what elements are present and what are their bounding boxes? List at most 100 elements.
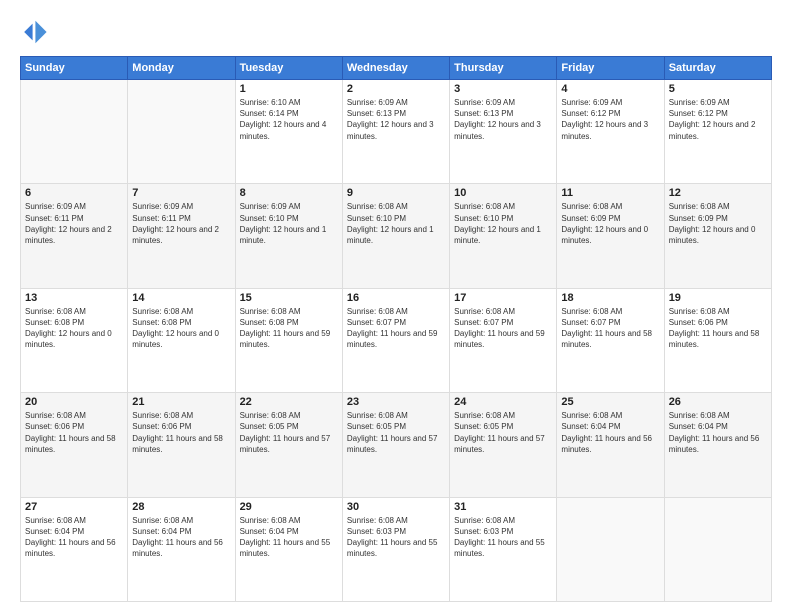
calendar-cell: 6 Sunrise: 6:09 AM Sunset: 6:11 PM Daylig… <box>21 184 128 288</box>
weekday-header: Saturday <box>664 57 771 80</box>
day-number: 9 <box>347 187 445 199</box>
calendar-cell: 10 Sunrise: 6:08 AM Sunset: 6:10 PM Dayli… <box>450 184 557 288</box>
day-number: 23 <box>347 396 445 408</box>
day-number: 25 <box>561 396 659 408</box>
calendar-cell: 24 Sunrise: 6:08 AM Sunset: 6:05 PM Dayli… <box>450 393 557 497</box>
day-info: Sunrise: 6:09 AM Sunset: 6:10 PM Dayligh… <box>240 201 338 246</box>
calendar-cell: 16Sunrise: 6:08 AM Sunset: 6:07 PM Dayli… <box>342 288 449 392</box>
day-info: Sunrise: 6:08 AM Sunset: 6:06 PM Dayligh… <box>132 410 230 455</box>
day-info: Sunrise: 6:08 AM Sunset: 6:06 PM Dayligh… <box>669 306 767 351</box>
calendar-week-row: 27 Sunrise: 6:08 AM Sunset: 6:04 PM Dayli… <box>21 497 772 601</box>
logo <box>20 18 52 46</box>
day-number: 6 <box>25 187 123 199</box>
day-info: Sunrise: 6:09 AM Sunset: 6:12 PM Dayligh… <box>561 97 659 142</box>
calendar-cell: 22 Sunrise: 6:08 AM Sunset: 6:05 PM Dayli… <box>235 393 342 497</box>
weekday-header: Wednesday <box>342 57 449 80</box>
calendar-cell: 2Sunrise: 6:09 AM Sunset: 6:13 PM Daylig… <box>342 80 449 184</box>
weekday-header: Monday <box>128 57 235 80</box>
day-info: Sunrise: 6:10 AM Sunset: 6:14 PM Dayligh… <box>240 97 338 142</box>
day-info: Sunrise: 6:08 AM Sunset: 6:04 PM Dayligh… <box>669 410 767 455</box>
calendar-cell: 18Sunrise: 6:08 AM Sunset: 6:07 PM Dayli… <box>557 288 664 392</box>
day-info: Sunrise: 6:08 AM Sunset: 6:08 PM Dayligh… <box>240 306 338 351</box>
day-number: 19 <box>669 292 767 304</box>
day-info: Sunrise: 6:08 AM Sunset: 6:08 PM Dayligh… <box>25 306 123 351</box>
calendar-table: SundayMondayTuesdayWednesdayThursdayFrid… <box>20 56 772 602</box>
calendar-cell: 5Sunrise: 6:09 AM Sunset: 6:12 PM Daylig… <box>664 80 771 184</box>
calendar-cell: 13 Sunrise: 6:08 AM Sunset: 6:08 PM Dayli… <box>21 288 128 392</box>
calendar-cell <box>557 497 664 601</box>
day-info: Sunrise: 6:08 AM Sunset: 6:05 PM Dayligh… <box>240 410 338 455</box>
day-info: Sunrise: 6:09 AM Sunset: 6:13 PM Dayligh… <box>454 97 552 142</box>
day-number: 24 <box>454 396 552 408</box>
day-info: Sunrise: 6:08 AM Sunset: 6:03 PM Dayligh… <box>454 515 552 560</box>
day-number: 30 <box>347 501 445 513</box>
day-info: Sunrise: 6:08 AM Sunset: 6:10 PM Dayligh… <box>347 201 445 246</box>
calendar-cell: 31 Sunrise: 6:08 AM Sunset: 6:03 PM Dayli… <box>450 497 557 601</box>
calendar-cell: 21Sunrise: 6:08 AM Sunset: 6:06 PM Dayli… <box>128 393 235 497</box>
day-info: Sunrise: 6:08 AM Sunset: 6:04 PM Dayligh… <box>240 515 338 560</box>
day-info: Sunrise: 6:08 AM Sunset: 6:07 PM Dayligh… <box>454 306 552 351</box>
day-number: 26 <box>669 396 767 408</box>
calendar-cell: 4 Sunrise: 6:09 AM Sunset: 6:12 PM Daylig… <box>557 80 664 184</box>
day-info: Sunrise: 6:08 AM Sunset: 6:10 PM Dayligh… <box>454 201 552 246</box>
calendar-week-row: 1 Sunrise: 6:10 AM Sunset: 6:14 PM Daylig… <box>21 80 772 184</box>
day-info: Sunrise: 6:09 AM Sunset: 6:13 PM Dayligh… <box>347 97 445 142</box>
day-info: Sunrise: 6:08 AM Sunset: 6:04 PM Dayligh… <box>25 515 123 560</box>
calendar-cell: 17 Sunrise: 6:08 AM Sunset: 6:07 PM Dayli… <box>450 288 557 392</box>
day-number: 17 <box>454 292 552 304</box>
day-number: 13 <box>25 292 123 304</box>
calendar-cell: 1 Sunrise: 6:10 AM Sunset: 6:14 PM Daylig… <box>235 80 342 184</box>
calendar-cell: 26 Sunrise: 6:08 AM Sunset: 6:04 PM Dayli… <box>664 393 771 497</box>
calendar-cell: 3 Sunrise: 6:09 AM Sunset: 6:13 PM Daylig… <box>450 80 557 184</box>
day-number: 20 <box>25 396 123 408</box>
day-number: 28 <box>132 501 230 513</box>
day-number: 10 <box>454 187 552 199</box>
calendar-week-row: 6 Sunrise: 6:09 AM Sunset: 6:11 PM Daylig… <box>21 184 772 288</box>
calendar-cell: 23 Sunrise: 6:08 AM Sunset: 6:05 PM Dayli… <box>342 393 449 497</box>
day-info: Sunrise: 6:08 AM Sunset: 6:07 PM Dayligh… <box>347 306 445 351</box>
day-info: Sunrise: 6:08 AM Sunset: 6:05 PM Dayligh… <box>347 410 445 455</box>
calendar-cell: 28 Sunrise: 6:08 AM Sunset: 6:04 PM Dayli… <box>128 497 235 601</box>
calendar-cell: 30 Sunrise: 6:08 AM Sunset: 6:03 PM Dayli… <box>342 497 449 601</box>
calendar-cell: 7 Sunrise: 6:09 AM Sunset: 6:11 PM Daylig… <box>128 184 235 288</box>
day-number: 22 <box>240 396 338 408</box>
calendar-week-row: 20 Sunrise: 6:08 AM Sunset: 6:06 PM Dayli… <box>21 393 772 497</box>
calendar-cell: 20Sunrise: 6:08 AM Sunset: 6:06 PM Dayli… <box>21 393 128 497</box>
day-number: 27 <box>25 501 123 513</box>
day-info: Sunrise: 6:08 AM Sunset: 6:04 PM Dayligh… <box>132 515 230 560</box>
calendar-week-row: 13 Sunrise: 6:08 AM Sunset: 6:08 PM Dayli… <box>21 288 772 392</box>
day-info: Sunrise: 6:08 AM Sunset: 6:05 PM Dayligh… <box>454 410 552 455</box>
day-number: 4 <box>561 83 659 95</box>
day-info: Sunrise: 6:08 AM Sunset: 6:03 PM Dayligh… <box>347 515 445 560</box>
logo-icon <box>20 18 48 46</box>
calendar-cell: 14Sunrise: 6:08 AM Sunset: 6:08 PM Dayli… <box>128 288 235 392</box>
weekday-header: Sunday <box>21 57 128 80</box>
calendar-cell <box>664 497 771 601</box>
day-info: Sunrise: 6:09 AM Sunset: 6:11 PM Dayligh… <box>132 201 230 246</box>
day-number: 1 <box>240 83 338 95</box>
weekday-header: Thursday <box>450 57 557 80</box>
day-info: Sunrise: 6:09 AM Sunset: 6:12 PM Dayligh… <box>669 97 767 142</box>
calendar-cell: 9 Sunrise: 6:08 AM Sunset: 6:10 PM Daylig… <box>342 184 449 288</box>
calendar-cell: 27 Sunrise: 6:08 AM Sunset: 6:04 PM Dayli… <box>21 497 128 601</box>
calendar-cell: 8Sunrise: 6:09 AM Sunset: 6:10 PM Daylig… <box>235 184 342 288</box>
weekday-header: Friday <box>557 57 664 80</box>
day-number: 7 <box>132 187 230 199</box>
day-info: Sunrise: 6:08 AM Sunset: 6:04 PM Dayligh… <box>561 410 659 455</box>
calendar-cell: 29Sunrise: 6:08 AM Sunset: 6:04 PM Dayli… <box>235 497 342 601</box>
day-number: 12 <box>669 187 767 199</box>
calendar-cell: 19 Sunrise: 6:08 AM Sunset: 6:06 PM Dayli… <box>664 288 771 392</box>
header <box>20 18 772 46</box>
calendar-cell: 12 Sunrise: 6:08 AM Sunset: 6:09 PM Dayli… <box>664 184 771 288</box>
day-info: Sunrise: 6:08 AM Sunset: 6:09 PM Dayligh… <box>561 201 659 246</box>
day-number: 15 <box>240 292 338 304</box>
day-info: Sunrise: 6:08 AM Sunset: 6:09 PM Dayligh… <box>669 201 767 246</box>
day-number: 14 <box>132 292 230 304</box>
day-number: 11 <box>561 187 659 199</box>
calendar-cell <box>128 80 235 184</box>
weekday-header: Tuesday <box>235 57 342 80</box>
day-number: 31 <box>454 501 552 513</box>
day-info: Sunrise: 6:09 AM Sunset: 6:11 PM Dayligh… <box>25 201 123 246</box>
day-number: 3 <box>454 83 552 95</box>
weekday-header-row: SundayMondayTuesdayWednesdayThursdayFrid… <box>21 57 772 80</box>
